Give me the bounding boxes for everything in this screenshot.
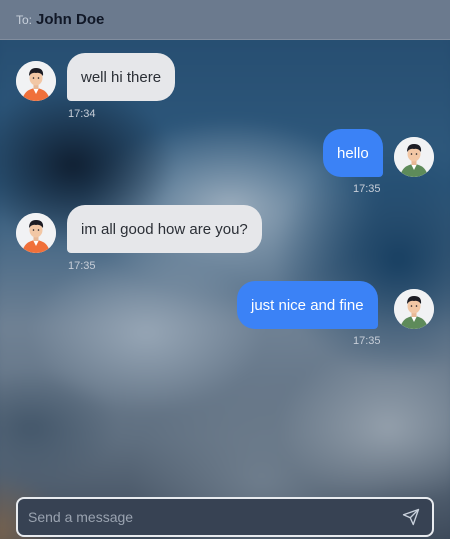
message-timestamp: 17:34 [68,108,96,120]
recipient-name: John Doe [36,11,105,28]
message-bubble: hello [323,129,383,177]
message-composer [16,497,434,537]
message-timestamp: 17:35 [68,260,96,272]
contact-avatar [16,213,56,253]
send-icon [402,508,420,526]
person-avatar-icon [394,289,434,329]
person-avatar-icon [16,61,56,101]
message-input[interactable] [28,509,400,525]
to-label: To: [16,12,33,27]
user-avatar [394,137,434,177]
message-timestamp: 17:35 [353,183,381,195]
chat-window: To: John Doe well hi there 17:34 hello 1… [0,0,450,539]
send-button[interactable] [400,506,422,528]
person-avatar-icon [16,213,56,253]
message-bubble: well hi there [67,53,176,101]
person-avatar-icon [394,137,434,177]
user-avatar [394,289,434,329]
contact-avatar [16,61,56,101]
message-bubble: just nice and fine [237,281,378,329]
message-timestamp: 17:35 [353,335,381,347]
chat-header: To: John Doe [0,0,450,40]
message-bubble: im all good how are you? [67,205,262,253]
